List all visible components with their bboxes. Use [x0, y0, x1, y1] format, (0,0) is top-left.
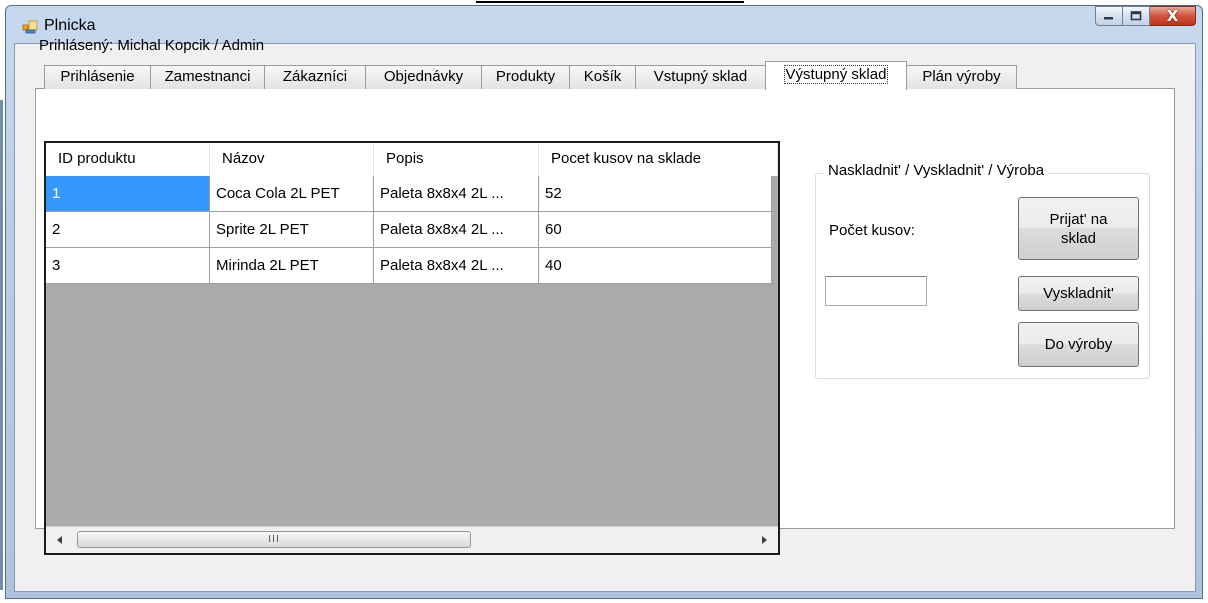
stock-actions-group: Naskladnit' / Vyskladnit' / Výroba Počet…	[815, 162, 1150, 379]
tab-label: Zákazníci	[282, 68, 348, 85]
column-header-popis[interactable]: Popis	[374, 143, 539, 176]
table-cell[interactable]: 52	[539, 176, 772, 212]
table-row[interactable]: 3 Mirinda 2L PET Paleta 8x8x4 2L ... 40	[46, 248, 778, 284]
logged-user-label: Prihlásený: Michal Kopcik / Admin	[39, 37, 265, 54]
table-cell[interactable]: Paleta 8x8x4 2L ...	[374, 212, 539, 248]
left-edge-bar	[0, 100, 3, 590]
tab-label: Košík	[583, 68, 622, 85]
button-label: Vyskladnit'	[1043, 285, 1114, 302]
column-header-nazov[interactable]: Názov	[210, 143, 374, 176]
horizontal-scrollbar[interactable]: III	[46, 526, 778, 553]
table-cell[interactable]: 60	[539, 212, 772, 248]
tab-vstupny-sklad[interactable]: Vstupný sklad	[635, 65, 766, 89]
button-label-line1: Prijat' na	[1049, 210, 1108, 228]
tab-plan-vyroby[interactable]: Plán výroby	[906, 65, 1017, 89]
window-controls: X	[1095, 6, 1196, 28]
table-cell[interactable]: 2	[46, 212, 210, 248]
tab-label: Plán výroby	[922, 68, 1001, 85]
close-button[interactable]: X	[1150, 6, 1196, 26]
tab-prihlasenie[interactable]: Prihlásenie	[44, 65, 151, 89]
tab-label: Prihlásenie	[60, 68, 135, 85]
button-label-line2: sklad	[1060, 229, 1096, 247]
table-cell[interactable]: Sprite 2L PET	[210, 212, 374, 248]
table-cell[interactable]: Coca Cola 2L PET	[210, 176, 374, 212]
tab-zakaznici[interactable]: Zákazníci	[264, 65, 366, 89]
receive-to-stock-button[interactable]: Prijat' na sklad	[1018, 197, 1139, 260]
table-cell[interactable]: 40	[539, 248, 772, 284]
table-row[interactable]: 1 Coca Cola 2L PET Paleta 8x8x4 2L ... 5…	[46, 176, 778, 212]
tab-label: Vstupný sklad	[653, 68, 748, 85]
scroll-right-button[interactable]	[752, 527, 776, 553]
window-title: Plnicka	[44, 17, 96, 34]
table-cell[interactable]: Mirinda 2L PET	[210, 248, 374, 284]
maximize-icon	[1130, 11, 1142, 21]
arrow-right-icon	[762, 536, 767, 544]
grip-icon: III	[268, 534, 280, 545]
top-underline	[476, 1, 744, 3]
tab-objednavky[interactable]: Objednávky	[365, 65, 482, 89]
tab-zamestnanci[interactable]: Zamestnanci	[150, 65, 265, 89]
column-header-id[interactable]: ID produktu	[46, 143, 210, 176]
tab-produkty[interactable]: Produkty	[481, 65, 570, 89]
scroll-thumb[interactable]: III	[77, 531, 471, 548]
tab-kosik[interactable]: Košík	[569, 65, 636, 89]
tab-label: Zamestnanci	[164, 68, 251, 85]
table-row[interactable]: 2 Sprite 2L PET Paleta 8x8x4 2L ... 60	[46, 212, 778, 248]
table-cell[interactable]: 3	[46, 248, 210, 284]
table-cell[interactable]: Paleta 8x8x4 2L ...	[374, 176, 539, 212]
scroll-left-button[interactable]	[48, 527, 72, 553]
maximize-button[interactable]	[1123, 6, 1150, 26]
quantity-input[interactable]	[825, 276, 927, 306]
button-label: Prijat' na sklad	[1050, 210, 1108, 248]
button-label: Do výroby	[1044, 336, 1113, 353]
dispatch-button[interactable]: Vyskladnit'	[1018, 276, 1139, 311]
table-cell[interactable]: Paleta 8x8x4 2L ...	[374, 248, 539, 284]
quantity-label: Počet kusov:	[829, 222, 915, 239]
grid-header: ID produktu Názov Popis Pocet kusov na s…	[46, 143, 778, 176]
arrow-left-icon	[57, 536, 62, 544]
tab-label: Objednávky	[383, 68, 464, 85]
products-grid[interactable]: ID produktu Názov Popis Pocet kusov na s…	[44, 141, 780, 555]
minimize-button[interactable]	[1095, 6, 1123, 26]
tab-label: Výstupný sklad	[783, 65, 889, 84]
to-production-button[interactable]: Do výroby	[1018, 322, 1139, 367]
minimize-icon	[1104, 17, 1113, 20]
close-icon: X	[1166, 7, 1179, 25]
group-title: Naskladnit' / Vyskladnit' / Výroba	[824, 162, 1049, 179]
tab-vystupny-sklad[interactable]: Výstupný sklad	[765, 61, 907, 90]
table-cell[interactable]: 1	[46, 176, 210, 212]
column-header-pocet[interactable]: Pocet kusov na sklade	[539, 143, 778, 176]
app-icon	[22, 20, 38, 34]
tab-label: Produkty	[495, 68, 556, 85]
